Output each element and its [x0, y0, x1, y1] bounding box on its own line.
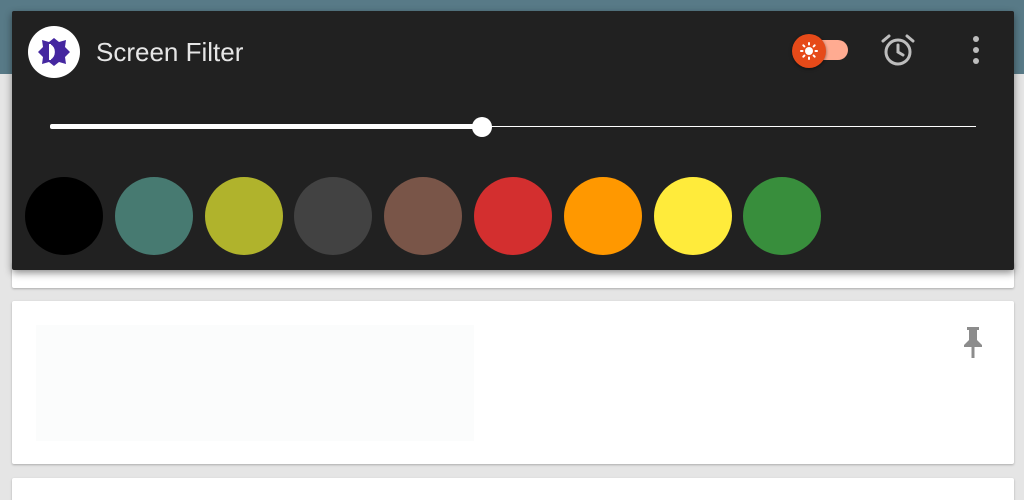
pin-icon[interactable] [958, 325, 988, 359]
slider-thumb[interactable] [471, 117, 492, 137]
brightness-icon [800, 42, 818, 60]
intensity-slider[interactable] [50, 115, 976, 139]
color-swatch-dark-gray[interactable] [294, 177, 372, 255]
color-swatch-row [25, 177, 845, 255]
dimmer-logo-icon [28, 26, 80, 78]
color-swatch-olive[interactable] [205, 177, 283, 255]
background-note-card[interactable] [12, 301, 1014, 464]
screen-filter-panel: Screen Filter [12, 11, 1014, 270]
color-swatch-orange[interactable] [564, 177, 642, 255]
alarm-clock-icon [881, 34, 915, 66]
color-swatch-black[interactable] [25, 177, 103, 255]
color-swatch-green[interactable] [743, 177, 821, 255]
filter-toggle[interactable] [792, 34, 850, 68]
alarm-button[interactable] [878, 31, 918, 71]
color-swatch-yellow[interactable] [654, 177, 732, 255]
slider-fill [50, 124, 482, 129]
app-title: Screen Filter [96, 37, 244, 67]
color-swatch-teal[interactable] [115, 177, 193, 255]
note-content-placeholder [36, 325, 474, 441]
more-menu-button[interactable] [966, 31, 986, 71]
more-vert-icon [973, 36, 979, 64]
color-swatch-red[interactable] [474, 177, 552, 255]
color-swatch-brown[interactable] [384, 177, 462, 255]
background-card [12, 478, 1014, 500]
filter-toggle-thumb[interactable] [792, 34, 826, 68]
